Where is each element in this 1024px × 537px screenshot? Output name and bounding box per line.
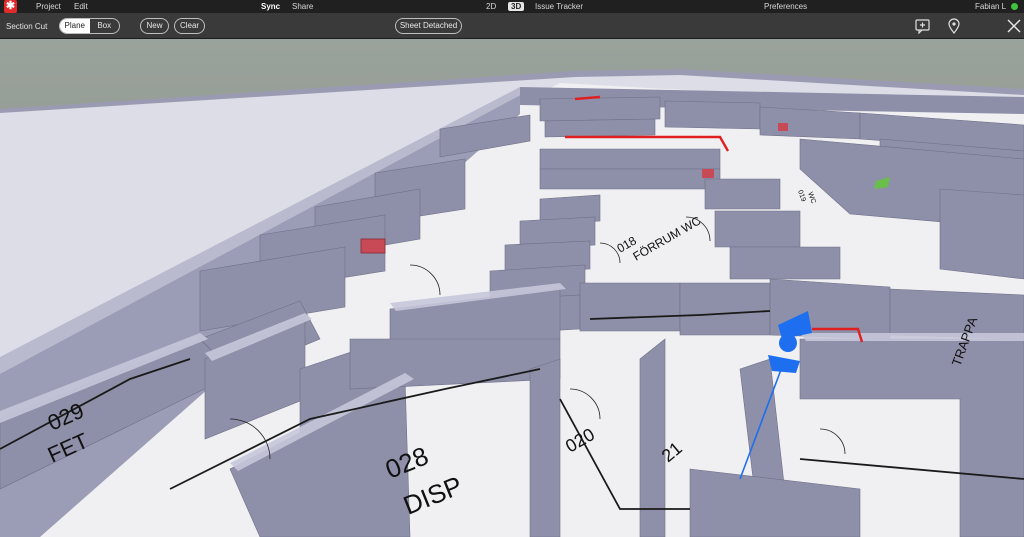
sheet-detached-button[interactable]: Sheet Detached [395,18,462,34]
online-status-icon [1011,3,1018,10]
section-mode-segmented-control: Plane Box [59,18,120,34]
close-icon[interactable] [1005,18,1023,34]
user-menu[interactable]: Fabian L [975,2,1006,11]
new-section-button[interactable]: New [140,18,169,34]
issue-pin-red[interactable] [778,123,788,131]
clear-section-button[interactable]: Clear [174,18,205,34]
location-pin-icon[interactable] [945,18,963,34]
building-model-render[interactable]: 029 FET 028 DISP 018 FÖRRUM WC 020 21 TR… [0,39,1024,537]
menu-bar: ✱ Project Edit Sync Share 2D 3D Issue Tr… [0,0,1024,13]
section-cut-toolbar: Section Cut Plane Box New Clear Sheet De… [0,13,1024,39]
issue-pin-red[interactable] [360,238,386,254]
menu-share[interactable]: Share [292,2,313,11]
3d-model-viewport[interactable]: 029 FET 028 DISP 018 FÖRRUM WC 020 21 TR… [0,39,1024,537]
view-3d-toggle[interactable]: 3D [508,2,525,11]
section-cut-label: Section Cut [6,22,48,31]
mode-box-button[interactable]: Box [90,19,120,33]
menu-sync[interactable]: Sync [261,2,280,11]
add-comment-icon[interactable] [914,18,932,35]
menu-issue-tracker[interactable]: Issue Tracker [535,2,583,11]
menu-project[interactable]: Project [36,2,61,11]
view-2d-toggle[interactable]: 2D [486,2,496,11]
menu-preferences[interactable]: Preferences [764,2,807,11]
menu-edit[interactable]: Edit [74,2,88,11]
mode-plane-button[interactable]: Plane [60,19,90,33]
app-logo-icon[interactable]: ✱ [4,0,17,13]
issue-pin-red[interactable] [702,169,714,178]
